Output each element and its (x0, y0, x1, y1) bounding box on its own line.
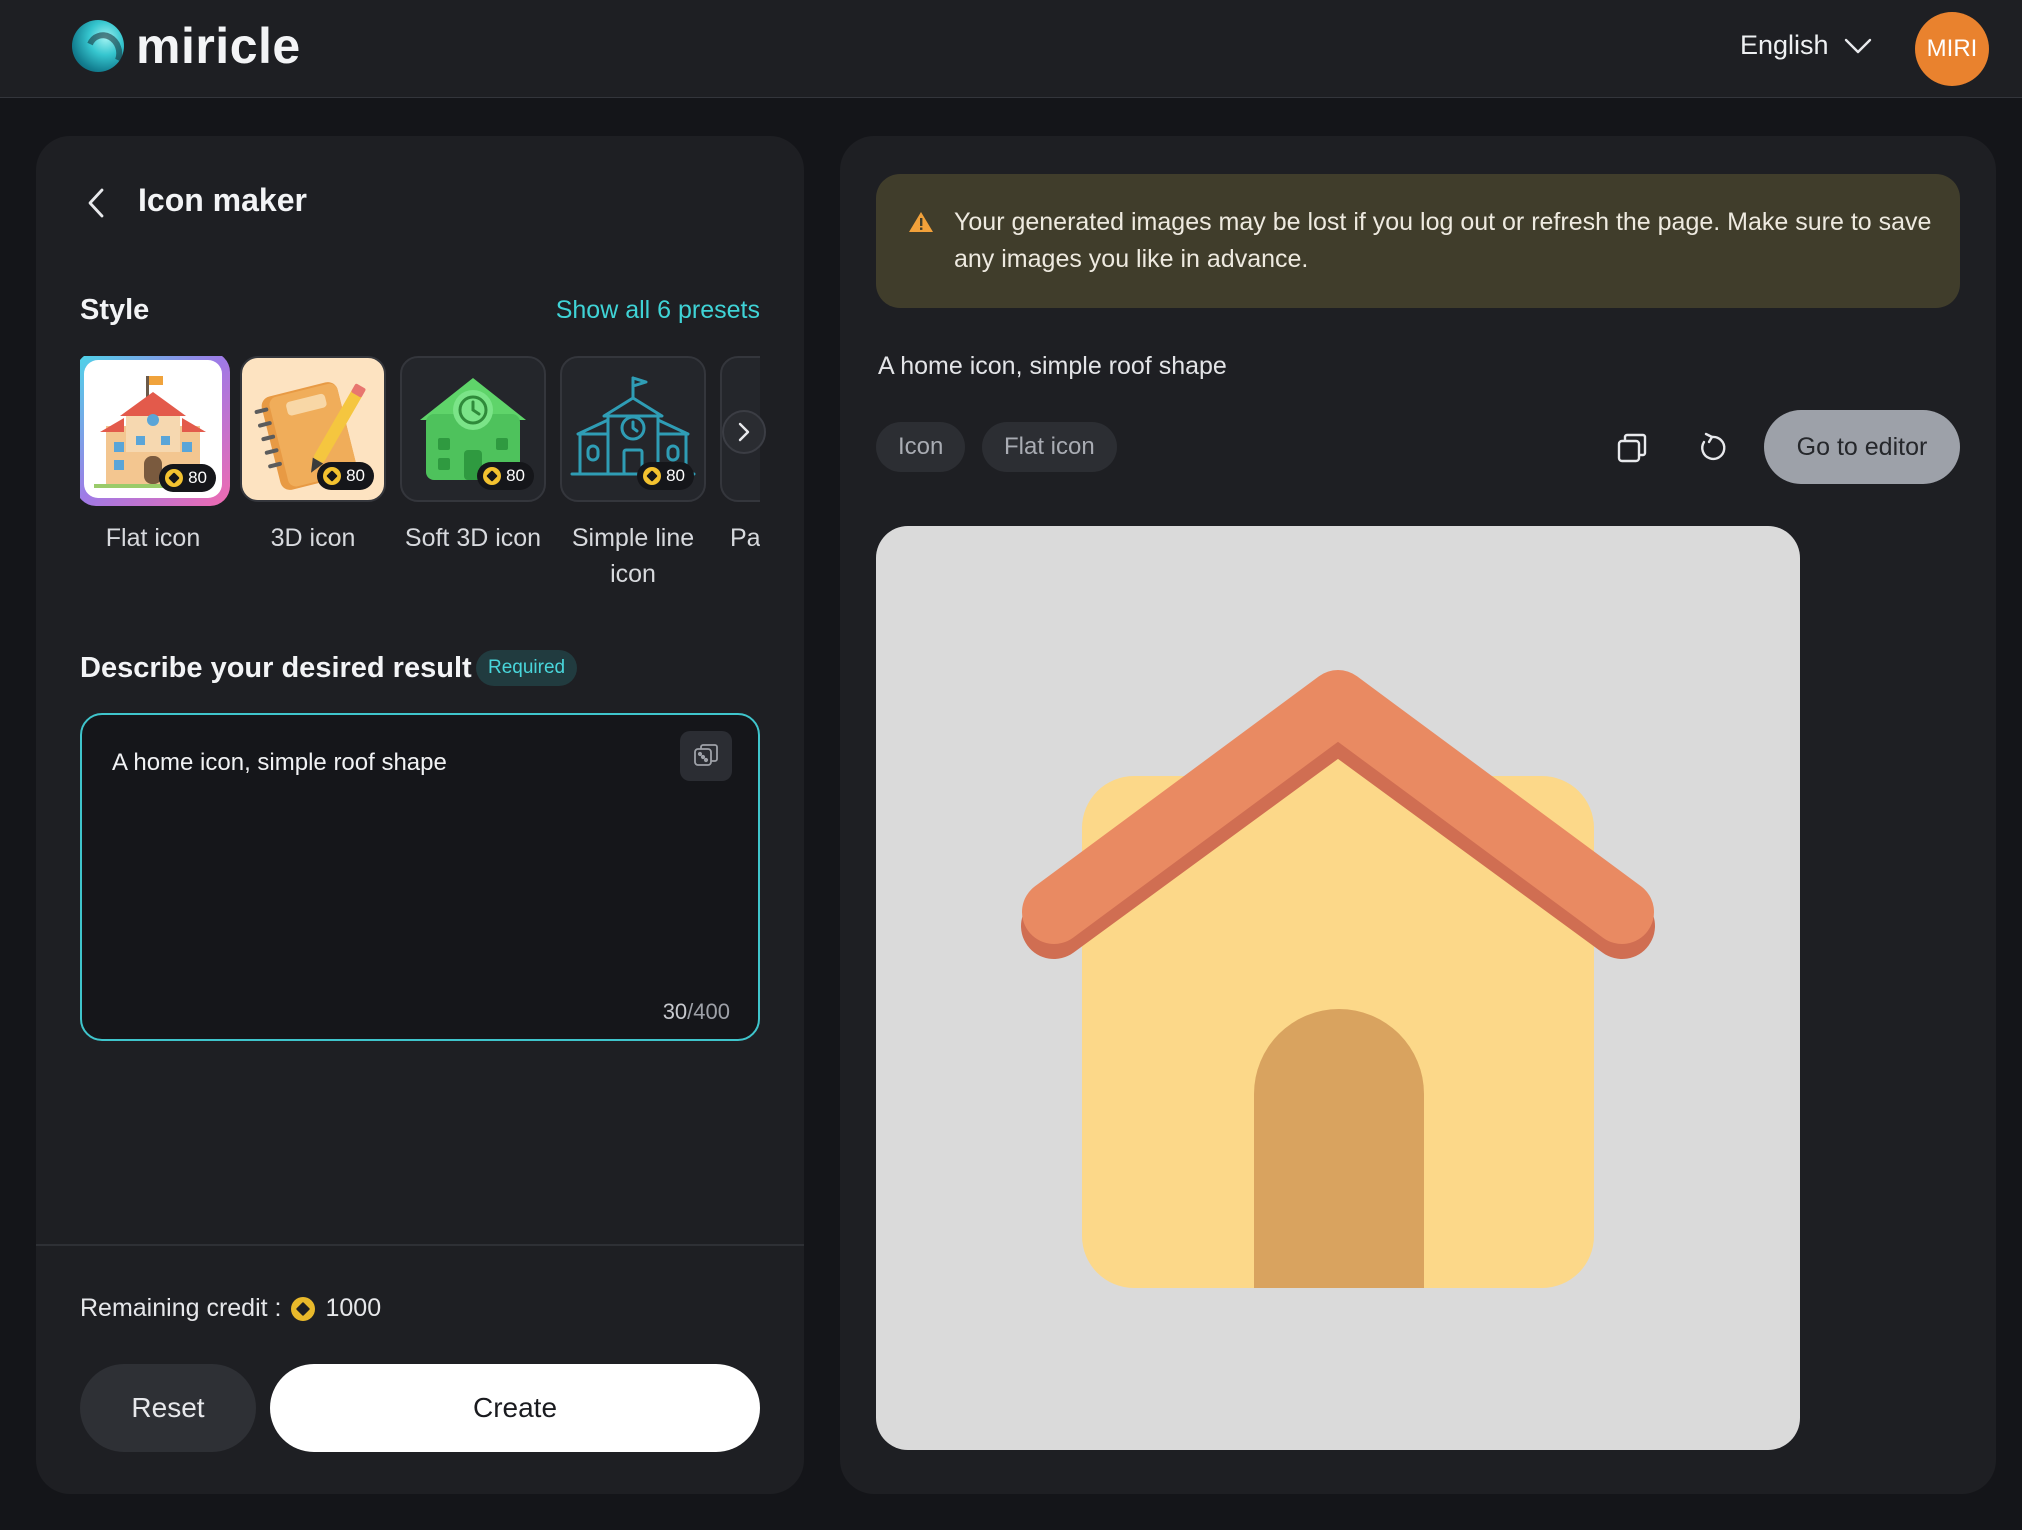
language-selector[interactable]: English (1740, 30, 1873, 61)
notebook-pencil-3d-icon: 80 (240, 356, 386, 502)
dice-icon (694, 744, 718, 766)
describe-label: Describe your desired result (80, 652, 472, 684)
divider (36, 1244, 804, 1246)
remaining-credit: Remaining credit : 1000 (80, 1294, 381, 1323)
preset-soft-3d-icon[interactable]: 80 Soft 3D icon (400, 356, 546, 556)
preset-label: Pa (730, 524, 760, 552)
required-badge: Required (476, 650, 578, 686)
icon-maker-panel: Icon maker Style Show all 6 presets 80 F… (36, 136, 804, 1494)
refresh-icon (1701, 432, 1726, 461)
top-bar: miricle English MIRI (0, 0, 2022, 98)
credit-coin-icon (643, 467, 662, 485)
preset-3d-icon[interactable]: 80 3D icon (240, 356, 386, 556)
random-prompt-button[interactable] (680, 731, 732, 781)
prompt-textarea[interactable]: A home icon, simple roof shape 30/400 (80, 713, 760, 1041)
credit-coin-icon (483, 467, 502, 485)
green-school-soft-3d-icon: 80 (400, 356, 546, 502)
preset-label: Soft 3D icon (404, 524, 542, 552)
credit-value: 1000 (325, 1294, 382, 1322)
back-arrow-icon[interactable] (82, 186, 112, 220)
result-panel: Your generated images may be lost if you… (840, 136, 1996, 1494)
tag-icon: Icon (876, 422, 966, 472)
preset-thumb: 80 (80, 356, 230, 506)
preset-label: Flat icon (105, 524, 201, 552)
warning-text: Your generated images may be lost if you… (954, 208, 1932, 273)
result-prompt: A home icon, simple roof shape (878, 352, 1227, 380)
user-avatar[interactable]: MIRI (1915, 12, 1989, 86)
copy-button[interactable] (1610, 426, 1654, 470)
language-label: English (1740, 30, 1829, 60)
preset-flat-icon[interactable]: 80 Flat icon (80, 356, 230, 556)
credit-coin-icon (291, 1296, 316, 1321)
cost-badge: 80 (637, 462, 694, 490)
school-line-icon: 80 (560, 356, 706, 502)
presets-next-button[interactable] (722, 410, 766, 454)
cost-badge: 80 (317, 462, 374, 490)
credit-coin-icon (323, 467, 342, 485)
copy-icon (1617, 433, 1647, 463)
credit-coin-icon (165, 469, 184, 487)
prompt-text[interactable]: A home icon, simple roof shape (112, 749, 447, 777)
cost-badge: 80 (477, 462, 534, 490)
preset-label: Simple line icon (571, 524, 695, 588)
chevron-down-icon (1844, 38, 1871, 53)
chevron-right-icon (738, 422, 750, 442)
logo-mark-icon (72, 20, 124, 72)
credit-label: Remaining credit : (80, 1294, 282, 1322)
regenerate-button[interactable] (1690, 426, 1734, 470)
tag-flat-icon: Flat icon (982, 422, 1117, 472)
app-name: miricle (136, 18, 301, 74)
reset-button[interactable]: Reset (80, 1364, 256, 1452)
panel-title: Icon maker (138, 182, 307, 218)
preset-partial[interactable]: Pa (720, 356, 760, 556)
style-presets: 80 Flat icon 80 3D icon 80 Soft 3D icon … (80, 356, 760, 606)
cost-badge: 80 (159, 464, 216, 492)
warning-icon (909, 212, 933, 232)
go-to-editor-button[interactable]: Go to editor (1764, 410, 1960, 484)
generated-image[interactable] (876, 526, 1800, 1450)
preset-simple-line-icon[interactable]: 80 Simple line icon (560, 356, 706, 592)
app-logo[interactable]: miricle (72, 20, 301, 72)
warning-banner: Your generated images may be lost if you… (876, 174, 1960, 308)
show-all-presets-link[interactable]: Show all 6 presets (556, 296, 760, 325)
house-icon (1021, 670, 1655, 1288)
style-label: Style (80, 294, 150, 326)
create-button[interactable]: Create (270, 1364, 760, 1452)
preset-label: 3D icon (270, 524, 356, 552)
char-counter: 30/400 (662, 999, 730, 1024)
